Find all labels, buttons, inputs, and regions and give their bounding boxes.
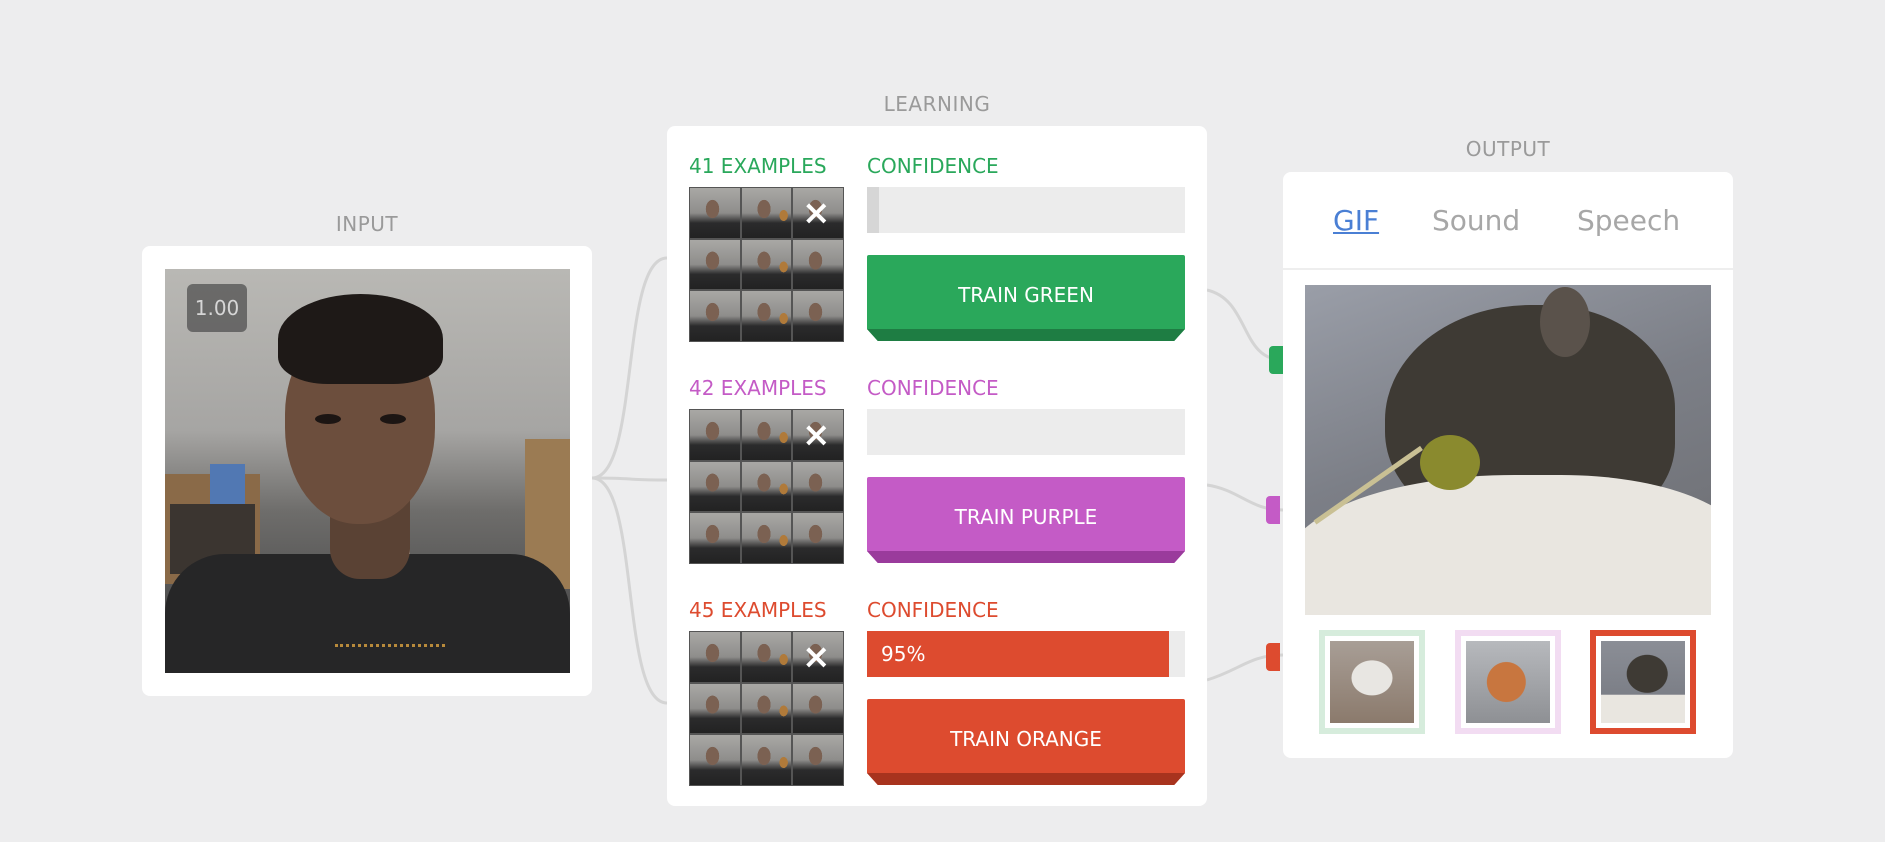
webcam-feed: 1.00 [165,269,570,673]
input-card: 1.00 [142,246,592,696]
class-purple: 42 EXAMPLES CONFIDENCE × TRAIN PURPLE [667,376,1207,598]
orange-output-port [1266,643,1280,671]
class-green-confidence-label: CONFIDENCE [867,154,999,178]
class-orange-confidence-value: 95% [881,642,926,666]
class-green-confidence-bar [867,187,1185,233]
purple-output-port [1266,496,1280,524]
output-thumbnail-purple[interactable] [1455,630,1561,734]
train-orange-button[interactable]: TRAIN ORANGE [867,699,1185,785]
output-tabs: GIF Sound Speech [1283,172,1733,270]
output-thumbnail-green[interactable] [1319,630,1425,734]
train-purple-button[interactable]: TRAIN PURPLE [867,477,1185,563]
class-orange: 45 EXAMPLES CONFIDENCE × 95% TRAIN ORANG… [667,598,1207,820]
class-green-clear-icon[interactable]: × [802,196,831,230]
tab-gif[interactable]: GIF [1333,204,1379,237]
class-orange-clear-icon[interactable]: × [802,640,831,674]
class-orange-confidence-bar: 95% [867,631,1185,677]
train-green-button[interactable]: TRAIN GREEN [867,255,1185,341]
class-orange-confidence-label: CONFIDENCE [867,598,999,622]
tab-sound[interactable]: Sound [1432,204,1520,237]
class-green-examples-count: 41 EXAMPLES [689,154,827,178]
class-purple-confidence-label: CONFIDENCE [867,376,999,400]
class-green-confidence-fill [867,187,879,233]
green-output-port [1269,346,1283,374]
tab-speech[interactable]: Speech [1577,204,1680,237]
train-green-label: TRAIN GREEN [958,283,1094,307]
class-purple-clear-icon[interactable]: × [802,418,831,452]
train-orange-label: TRAIN ORANGE [950,727,1102,751]
output-card: GIF Sound Speech [1283,172,1733,758]
input-section-title: INPUT [335,212,399,236]
class-purple-confidence-bar [867,409,1185,455]
output-gif-preview [1305,285,1711,615]
output-section-title: OUTPUT [1465,137,1551,161]
train-purple-label: TRAIN PURPLE [954,505,1098,529]
class-purple-examples-count: 42 EXAMPLES [689,376,827,400]
learning-section-title: LEARNING [883,92,991,116]
learning-card: 41 EXAMPLES CONFIDENCE × TRAIN GREEN 42 … [667,126,1207,806]
input-score-badge: 1.00 [187,284,247,332]
output-thumbnail-orange[interactable] [1590,630,1696,734]
class-orange-examples-count: 45 EXAMPLES [689,598,827,622]
class-green: 41 EXAMPLES CONFIDENCE × TRAIN GREEN [667,154,1207,376]
